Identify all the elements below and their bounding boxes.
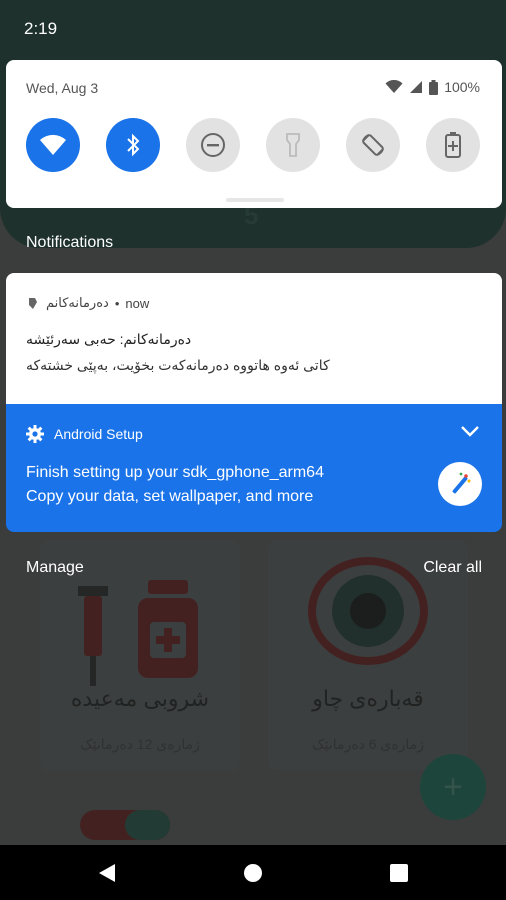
home-icon [244,864,262,882]
do-not-disturb-icon [201,133,225,157]
notification-title: دەرمانەکانم: حەبی سەرئێشە [26,331,192,347]
notification-app-name: Android Setup [54,426,143,442]
notification-separator: • [114,295,120,311]
bluetooth-tile[interactable] [106,118,160,172]
notification-header-row: Android Setup [26,425,143,443]
notification-text: کاتی ئەوە هاتووە دەرمانەکەت بخۆیت، بەپێی… [26,357,330,373]
battery-saver-tile[interactable] [426,118,480,172]
home-button[interactable] [240,860,266,886]
bluetooth-icon [127,133,140,157]
notification-app-name: دەرمانەکانم [46,295,109,310]
quick-settings-status-icons: 100% [385,79,480,95]
back-button[interactable] [94,860,120,886]
back-icon [99,864,115,882]
flashlight-tile[interactable] [266,118,320,172]
medicine-reminder-notification[interactable]: دەرمانەکانم • now دەرمانەکانم: حەبی سەرئ… [6,273,502,404]
auto-rotate-icon [362,134,384,156]
battery-saver-icon [445,132,461,158]
wifi-signal-icon [385,80,403,93]
quick-settings-panel: Wed, Aug 3 100% [6,60,502,208]
cell-signal-icon [410,81,423,93]
wifi-tile[interactable] [26,118,80,172]
flashlight-icon [286,133,300,157]
clear-all-button[interactable]: Clear all [423,559,482,577]
battery-icon [429,79,439,95]
notification-time: now [125,295,150,311]
status-bar-time: 2:19 [24,19,58,38]
quick-settings-drag-handle[interactable] [226,198,284,202]
notification-title: Finish setting up your sdk_gphone_arm64 [26,464,324,481]
recents-button[interactable] [386,860,412,886]
notification-text: Copy your data, set wallpaper, and more [26,488,314,505]
recents-icon [390,864,408,882]
manage-button[interactable]: Manage [26,559,84,577]
auto-rotate-tile[interactable] [346,118,400,172]
do-not-disturb-tile[interactable] [186,118,240,172]
gear-icon [26,425,44,443]
notification-header-row: دەرمانەکانم • now [26,295,149,311]
notifications-header: Notifications [26,234,114,251]
magic-wand-icon [438,462,482,506]
battery-percentage: 100% [444,79,480,95]
quick-settings-tiles [26,118,480,172]
app-icon [29,298,37,309]
navigation-bar [0,845,506,900]
chevron-down-icon[interactable] [460,424,480,438]
quick-settings-date: Wed, Aug 3 [26,80,99,96]
wifi-icon [40,134,66,155]
android-setup-notification[interactable]: Android Setup Finish setting up your sdk… [6,404,502,532]
